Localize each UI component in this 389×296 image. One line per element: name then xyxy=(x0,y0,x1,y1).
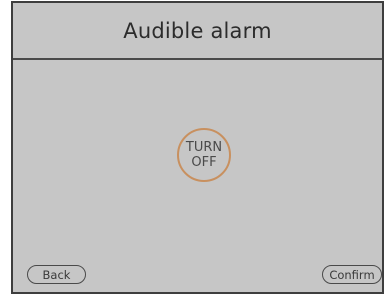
turn-off-label-line2: OFF xyxy=(191,155,217,170)
alarm-screen: Audible alarm TURN OFF Back Confirm xyxy=(11,1,384,294)
confirm-button[interactable]: Confirm xyxy=(322,265,382,284)
title-divider xyxy=(13,58,382,60)
back-button-label: Back xyxy=(42,267,71,282)
back-button[interactable]: Back xyxy=(27,265,86,284)
title-bar: Audible alarm xyxy=(13,3,382,58)
confirm-button-label: Confirm xyxy=(329,267,375,282)
turn-off-label-line1: TURN xyxy=(185,140,223,155)
page-title: Audible alarm xyxy=(123,18,272,43)
turn-off-button[interactable]: TURN OFF xyxy=(177,128,231,182)
